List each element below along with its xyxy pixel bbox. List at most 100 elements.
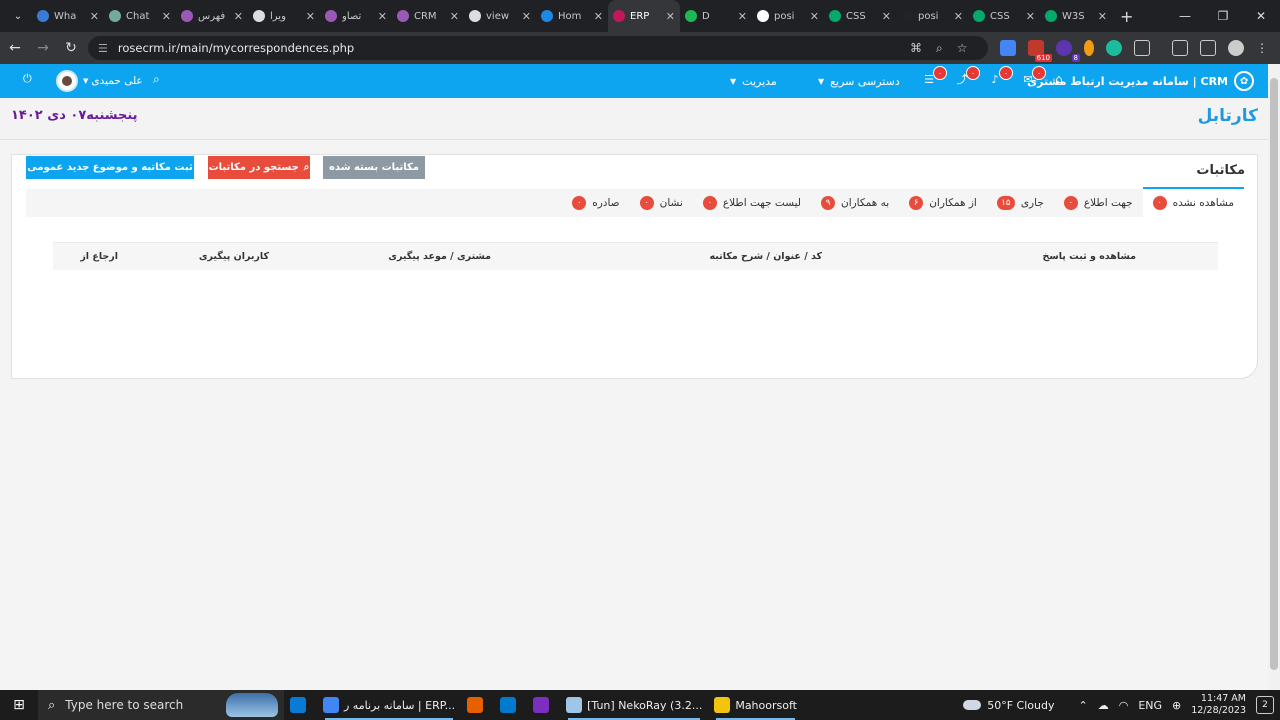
close-tab-icon[interactable]: ✕ [1026,10,1035,23]
tab-correspondence[interactable]: صادره ۰ [562,189,629,217]
notifications-icon[interactable]: 2 [1256,696,1274,714]
browser-tab[interactable]: تصاو ✕ [320,0,392,32]
taskbar-app[interactable] [494,690,527,720]
column-header[interactable]: کاربران پیگیری [199,251,269,262]
close-tab-icon[interactable]: ✕ [378,10,387,23]
scrollbar-thumb[interactable] [1270,78,1278,670]
column-header[interactable]: مشاهده و ثبت پاسخ [1043,251,1136,262]
windows-start-icon[interactable]: ⊞ [0,690,38,720]
profile-icon[interactable] [1228,40,1244,56]
column-header[interactable]: کد / عنوان / شرح مکاتبه [710,251,822,262]
wifi-icon[interactable]: ◠ [1119,699,1129,712]
browser-menu-icon[interactable]: ⋮ [1256,41,1268,55]
cloud-sync-icon[interactable]: ☁ [1098,699,1109,712]
reload-icon[interactable]: ↻ [58,35,84,61]
taskbar-search[interactable]: ⌕ Type here to search [38,690,284,720]
closed-correspondences-button[interactable]: مکاتبات بسته شده [323,156,425,179]
minimize-icon[interactable]: — [1166,0,1204,32]
site-info-icon[interactable]: ☰ [98,42,108,55]
tab-correspondence[interactable]: لیست جهت اطلاع ۰ [693,189,811,217]
browser-tab[interactable]: view ✕ [464,0,536,32]
extensions-puzzle-icon[interactable] [1134,40,1150,56]
browser-tab[interactable]: Hom ✕ [536,0,608,32]
taskbar-app[interactable] [527,690,560,720]
tab-correspondence[interactable]: جاری ۱۵ [987,189,1054,217]
browser-tab[interactable]: ERP ✕ [608,0,680,32]
close-tab-icon[interactable]: ✕ [162,10,171,23]
browser-tab[interactable]: Wha ✕ [32,0,104,32]
page-scrollbar[interactable] [1268,64,1280,690]
tab-correspondence[interactable]: مشاهده نشده ۰ [1142,187,1244,217]
chevron-up-icon[interactable]: ⌃ [1078,699,1087,712]
back-icon[interactable]: ← [2,35,28,61]
translate-extension-icon[interactable] [1000,40,1016,56]
close-tab-icon[interactable]: ✕ [666,10,675,23]
search-icon[interactable]: ⌕ [153,72,160,87]
close-tab-icon[interactable]: ✕ [810,10,819,23]
browser-tab[interactable]: Chat ✕ [104,0,176,32]
user-menu[interactable]: ▼ علی حمیدی [56,68,143,94]
browser-tab[interactable]: CSS ✕ [968,0,1040,32]
browser-tab[interactable]: ویرا ✕ [248,0,320,32]
quick-access-menu[interactable]: دسترسی سریع ▼ [818,64,900,98]
maximize-icon[interactable]: ❐ [1204,0,1242,32]
browser-tab[interactable]: فهرس ✕ [176,0,248,32]
tab-search-button[interactable]: ⌄ [4,4,32,28]
browser-tab[interactable]: CSS ✕ [824,0,896,32]
browser-tab[interactable]: posi ✕ [896,0,968,32]
vpn-extension-icon[interactable] [1106,40,1122,56]
close-tab-icon[interactable]: ✕ [882,10,891,23]
forward-icon[interactable]: → [30,35,56,61]
browser-tab[interactable]: posi ✕ [752,0,824,32]
tab-correspondence[interactable]: از همکاران ۶ [899,189,987,217]
taskbar-app[interactable]: سامانه برنامه ر | ERP... [317,690,461,720]
clock[interactable]: 11:47 AM 12/28/2023 [1191,693,1246,717]
share-icon[interactable]: ⤴ ۰ [954,66,980,87]
taskbar-app[interactable] [284,690,317,720]
translate-icon[interactable]: ⌘ [910,41,922,55]
mail-icon[interactable]: ✉ ۰ [1020,66,1046,87]
close-tab-icon[interactable]: ✕ [954,10,963,23]
bookmark-star-icon[interactable]: ☆ [957,41,968,55]
network-icon[interactable]: ⊕ [1172,699,1181,712]
close-tab-icon[interactable]: ✕ [450,10,459,23]
taskbar-app[interactable]: [Tun] NekoRay (3.2... [560,690,708,720]
column-header[interactable]: ارجاع از [80,251,118,262]
close-tab-icon[interactable]: ✕ [306,10,315,23]
bell-icon[interactable]: ♪ ۰ [987,66,1013,87]
browser-tab[interactable]: D ✕ [680,0,752,32]
new-tab-button[interactable]: + [1120,7,1133,26]
close-window-icon[interactable]: ✕ [1242,0,1280,32]
taskbar-app[interactable] [461,690,494,720]
close-tab-icon[interactable]: ✕ [1098,10,1107,23]
tab-correspondence[interactable]: به همکاران ۹ [811,189,899,217]
count-badge: ۰ [702,196,717,210]
zoom-icon[interactable]: ⌕ [936,41,943,56]
new-correspondence-button[interactable]: ثبت مکاتبه و موضوع جدید عمومی [26,156,194,179]
extension-icon[interactable]: 610 [1028,40,1052,62]
weather-text: 50°F Cloudy [987,698,1055,712]
side-panel-icon[interactable] [1200,40,1216,56]
tab-correspondence[interactable]: نشان ۰ [630,189,693,217]
home-icon[interactable]: ⌂ [1055,72,1063,86]
taskbar-app[interactable]: Mahoorsoft [708,690,803,720]
search-correspondences-button[interactable]: ⌕ جستجو در مکاتبات [208,156,310,179]
logout-icon[interactable]: ⏻ [23,72,32,86]
browser-tab[interactable]: CRM ✕ [392,0,464,32]
column-header[interactable]: مشتری / موعد پیگیری [388,251,491,262]
tasks-icon[interactable]: ☰ ۰ [921,66,947,87]
tab-correspondence[interactable]: جهت اطلاع ۰ [1054,189,1143,217]
close-tab-icon[interactable]: ✕ [738,10,747,23]
reading-list-icon[interactable] [1172,40,1188,56]
weather-widget[interactable]: 50°F Cloudy [963,699,1054,712]
language-indicator[interactable]: ENG [1138,699,1162,712]
url-bar[interactable]: ☰ rosecrm.ir/main/mycorrespondences.php [88,36,988,60]
browser-tab[interactable]: W3S ✕ [1040,0,1112,32]
management-menu[interactable]: مدیریت ▼ [730,64,777,98]
close-tab-icon[interactable]: ✕ [594,10,603,23]
close-tab-icon[interactable]: ✕ [90,10,99,23]
extension-icon[interactable] [1084,40,1094,56]
extension-icon[interactable]: 8 [1056,40,1080,62]
close-tab-icon[interactable]: ✕ [522,10,531,23]
close-tab-icon[interactable]: ✕ [234,10,243,23]
